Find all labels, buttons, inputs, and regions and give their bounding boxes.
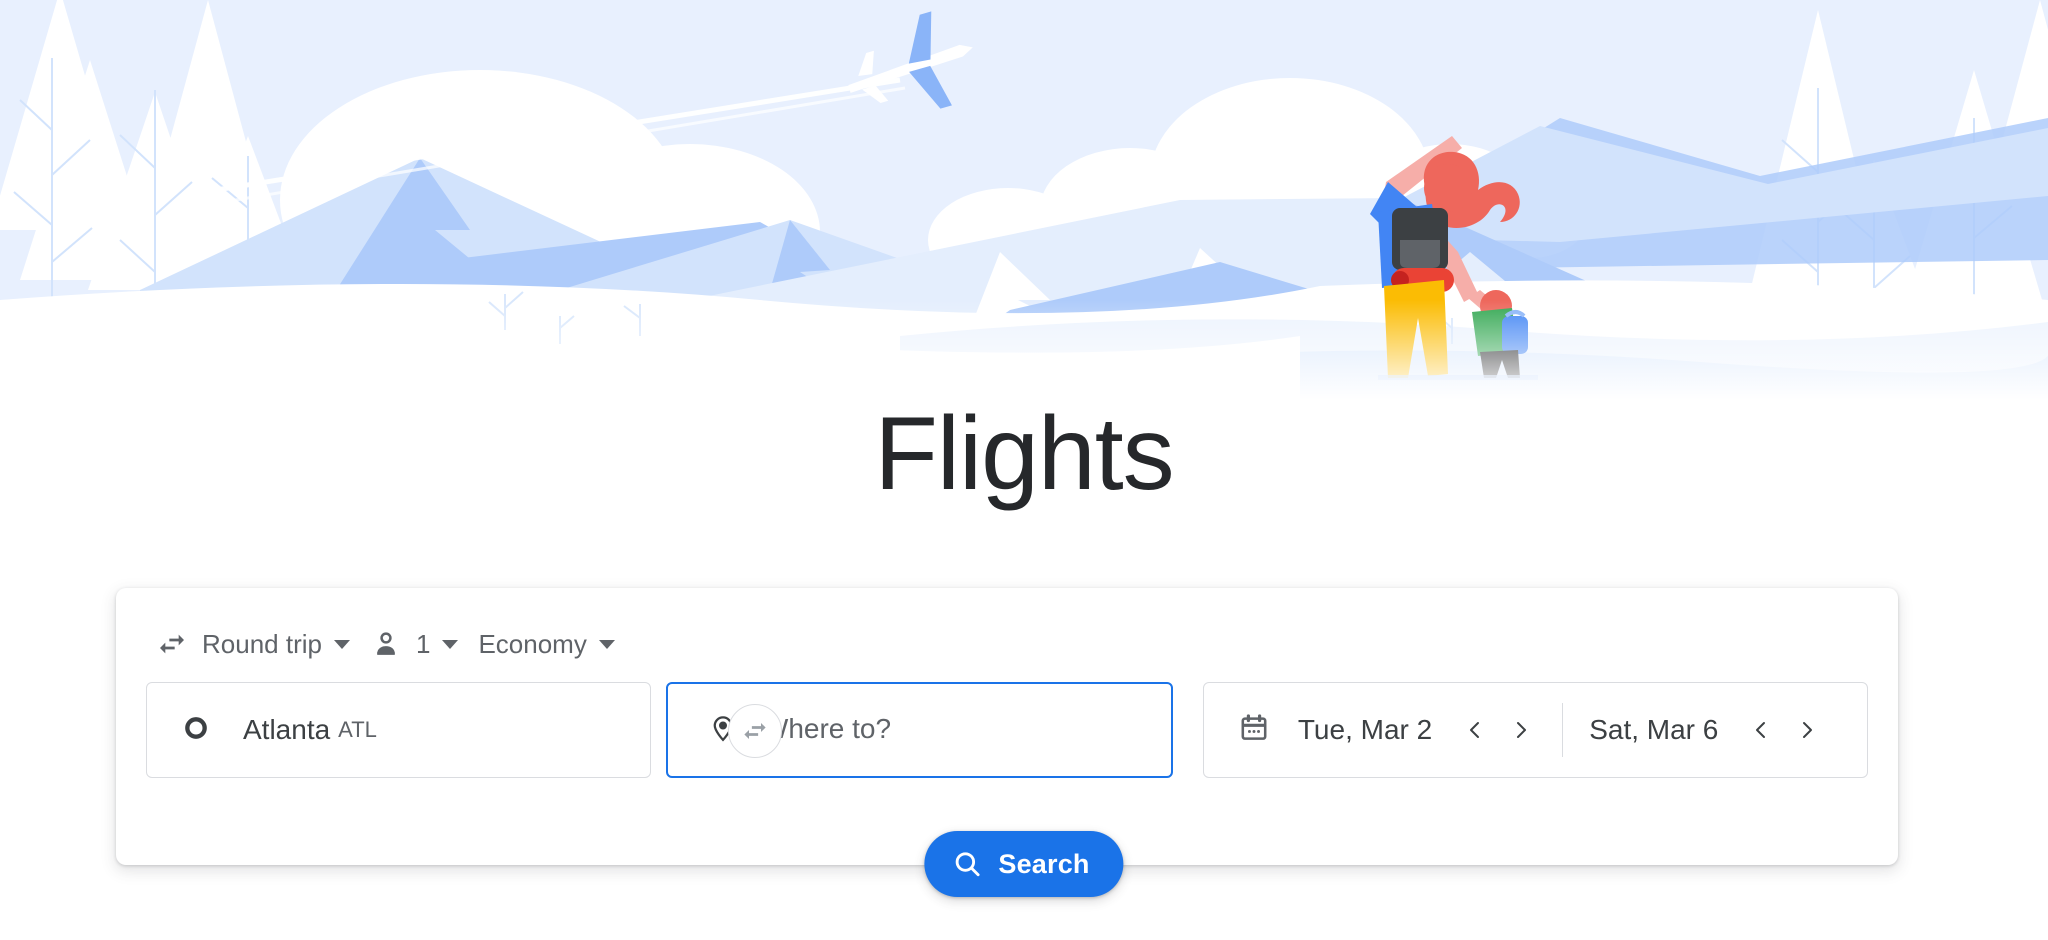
swap-origin-destination-button[interactable]: [728, 704, 782, 758]
page-title: Flights: [874, 396, 1174, 512]
swap-horizontal-icon: [156, 628, 188, 660]
search-button-label: Search: [998, 848, 1090, 879]
search-button[interactable]: Search: [924, 831, 1124, 897]
flight-search-card: Round trip 1 Economy Atlanta ATL Where t…: [116, 588, 1898, 865]
chevron-down-icon: [598, 639, 615, 649]
chevron-left-icon: [1756, 722, 1766, 738]
trip-type-label: Round trip: [202, 628, 322, 659]
origin-city: Atlanta: [243, 714, 331, 745]
departure-next-day-button[interactable]: [1498, 707, 1544, 753]
departure-date-label: Tue, Mar 2: [1297, 714, 1433, 745]
cabin-class-label: Economy: [478, 628, 587, 659]
person-icon: [370, 628, 402, 660]
passengers-selector[interactable]: 1: [360, 618, 468, 670]
return-next-day-button[interactable]: [1784, 707, 1830, 753]
trip-type-selector[interactable]: Round trip: [146, 618, 360, 670]
calendar-icon: [1238, 712, 1270, 749]
return-date-label: Sat, Mar 6: [1589, 714, 1719, 745]
search-fields-row: Atlanta ATL Where to? Tue, Mar 2 Sat, Ma…: [116, 674, 1898, 778]
departure-date-group[interactable]: Tue, Mar 2: [1298, 707, 1544, 753]
chevron-right-icon: [1803, 722, 1813, 738]
departure-date-nav: [1452, 707, 1544, 753]
chevron-right-icon: [1517, 722, 1527, 738]
chevron-down-icon: [442, 639, 459, 649]
dates-input[interactable]: Tue, Mar 2 Sat, Mar 6: [1202, 682, 1868, 778]
dates-divider: [1562, 703, 1564, 757]
return-prev-day-button[interactable]: [1738, 707, 1784, 753]
chevron-left-icon: [1470, 722, 1480, 738]
return-date-group[interactable]: Sat, Mar 6: [1589, 707, 1830, 753]
passengers-count: 1: [415, 628, 431, 659]
departure-prev-day-button[interactable]: [1452, 707, 1498, 753]
cabin-class-selector[interactable]: Economy: [468, 618, 624, 670]
search-options-toolbar: Round trip 1 Economy: [116, 588, 1898, 674]
origin-code: ATL: [338, 717, 377, 742]
circle-outline-icon: [183, 715, 209, 746]
chevron-down-icon: [333, 639, 350, 649]
search-icon: [952, 849, 982, 879]
swap-arrows-icon: [744, 723, 766, 739]
hero-illustration: [0, 0, 2048, 400]
origin-input[interactable]: Atlanta ATL: [146, 682, 651, 778]
return-date-nav: [1738, 707, 1830, 753]
